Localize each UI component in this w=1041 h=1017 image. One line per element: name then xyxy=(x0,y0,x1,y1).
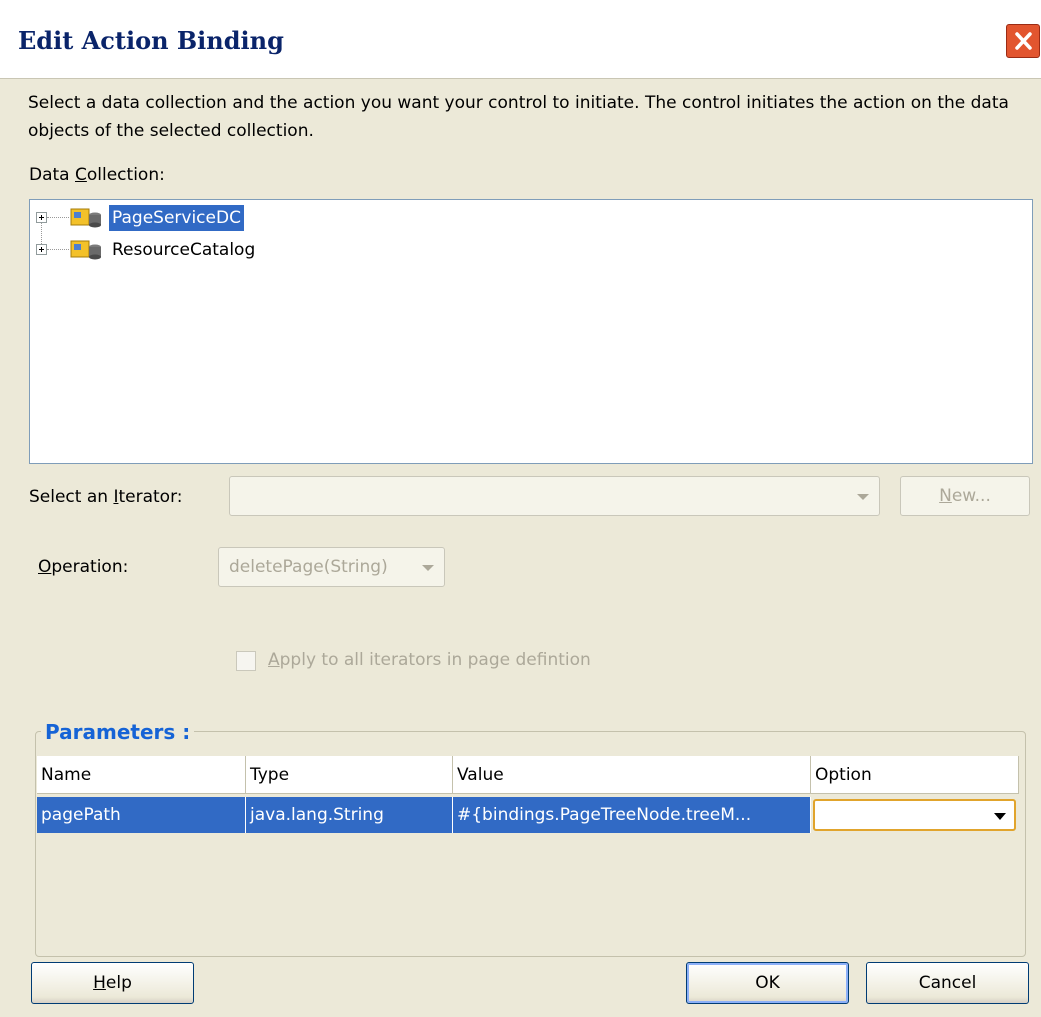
cell-value[interactable]: #{bindings.PageTreeNode.treeM... xyxy=(453,797,811,833)
chevron-down-icon xyxy=(857,494,869,500)
data-collection-label: Data Collection: xyxy=(29,165,165,185)
operation-value: deletePage(String) xyxy=(229,557,388,577)
expand-icon[interactable] xyxy=(36,212,47,223)
cell-name[interactable]: pagePath xyxy=(37,797,246,833)
parameters-table: Name Type Value Option pagePath java.lan… xyxy=(37,756,1023,952)
iterator-label: Select an Iterator: xyxy=(29,487,183,507)
iterator-select[interactable] xyxy=(229,476,880,516)
expand-icon[interactable] xyxy=(36,244,47,255)
column-header-name[interactable]: Name xyxy=(37,756,246,794)
title-divider xyxy=(0,78,1041,79)
option-select[interactable] xyxy=(813,799,1016,831)
column-header-type[interactable]: Type xyxy=(246,756,453,794)
tree-node-label[interactable]: ResourceCatalog xyxy=(109,237,258,263)
apply-all-checkbox[interactable] xyxy=(236,651,256,671)
new-iterator-button[interactable]: New... xyxy=(900,476,1030,516)
close-icon xyxy=(1015,32,1032,50)
tree-dotline xyxy=(47,249,69,250)
title-bar: Edit Action Binding xyxy=(0,0,1041,78)
column-header-value[interactable]: Value xyxy=(453,756,811,794)
ok-button[interactable]: OK xyxy=(686,962,849,1004)
tree-dotline xyxy=(47,217,69,218)
apply-all-label: Apply to all iterators in page defintion xyxy=(268,650,591,670)
parameters-title: Parameters : xyxy=(41,718,195,746)
column-header-option[interactable]: Option xyxy=(811,756,1019,794)
operation-label: Operation: xyxy=(38,557,129,577)
cancel-button[interactable]: Cancel xyxy=(866,962,1029,1004)
operation-select[interactable]: deletePage(String) xyxy=(218,547,445,587)
help-button[interactable]: Help xyxy=(31,962,194,1004)
chevron-down-icon xyxy=(422,565,434,571)
description-text: Select a data collection and the action … xyxy=(28,93,1009,141)
data-control-icon xyxy=(70,208,101,228)
chevron-down-icon xyxy=(994,813,1006,820)
tree-node-label[interactable]: PageServiceDC xyxy=(109,205,244,231)
data-control-icon xyxy=(70,240,101,260)
close-button[interactable] xyxy=(1006,24,1040,58)
data-collection-tree[interactable]: PageServiceDC ResourceCatalog xyxy=(29,199,1033,464)
cell-type[interactable]: java.lang.String xyxy=(246,797,453,833)
dialog-title: Edit Action Binding xyxy=(18,26,284,55)
tree-connector xyxy=(41,222,42,244)
